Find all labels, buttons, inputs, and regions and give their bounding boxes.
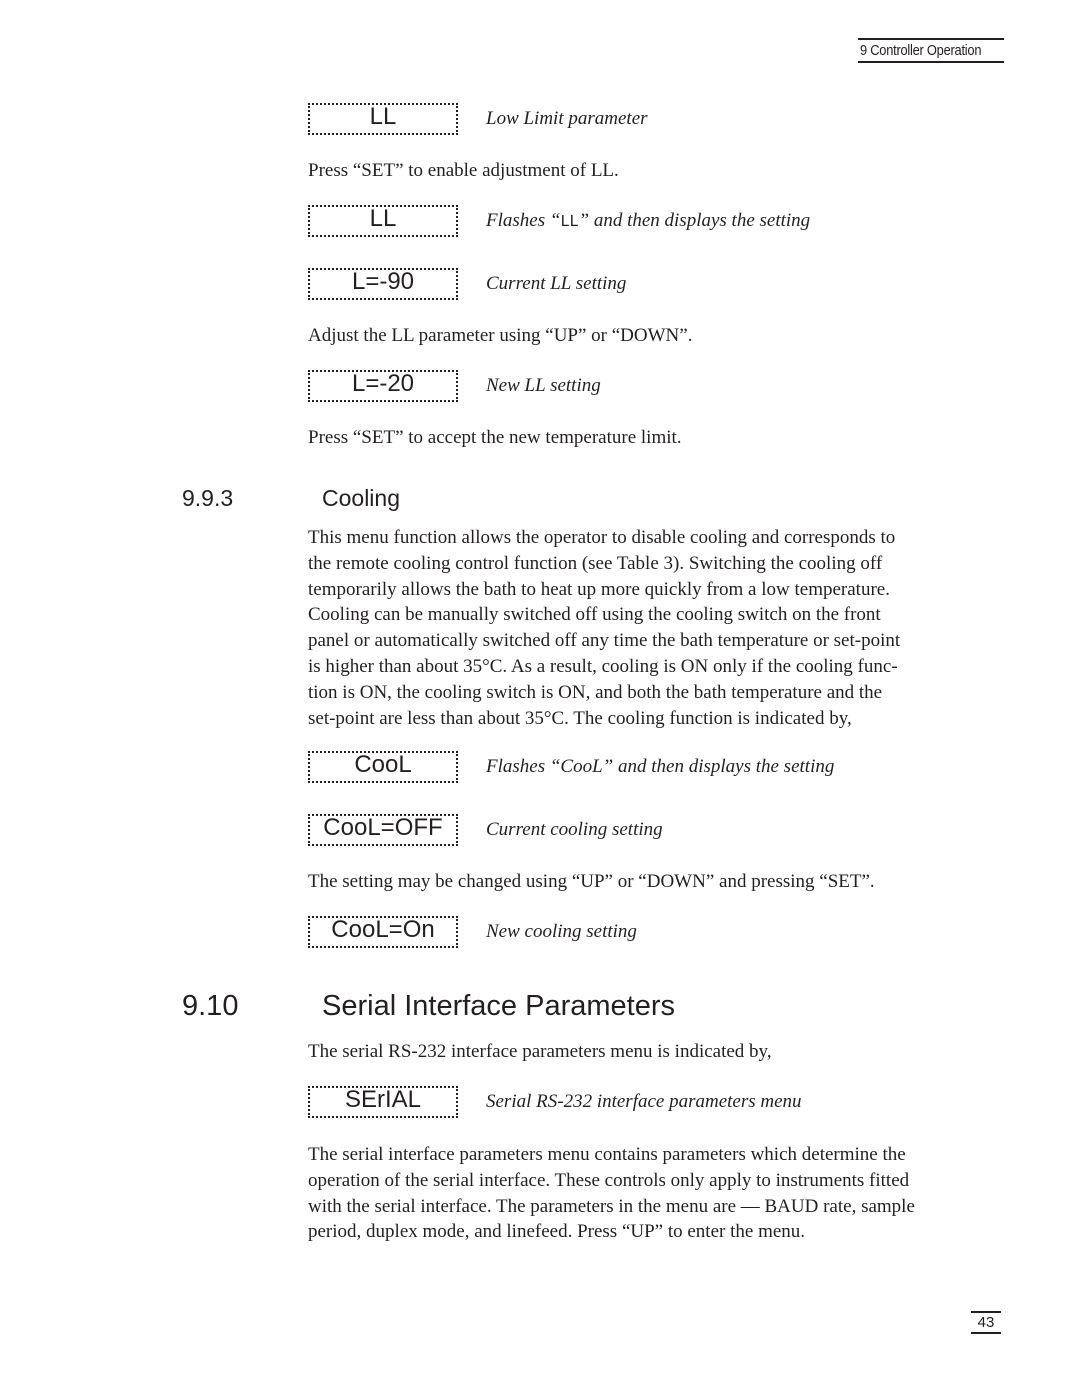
running-header-title: 9 Controller Operation <box>860 42 982 59</box>
lcd-caption: Low Limit parameter <box>486 108 648 129</box>
section-number: 9.10 <box>182 990 239 1022</box>
section-heading-serial: 9.10 Serial Interface Parameters <box>182 990 675 1023</box>
lcd-caption: New LL setting <box>486 375 601 396</box>
lcd-row-cool-current: CooL=OFF Current cooling setting <box>308 814 663 846</box>
lcd-row-cool-new: CooL=On New cooling setting <box>308 916 637 948</box>
paragraph-line: operation of the serial interface. These… <box>308 1169 910 1191</box>
section-title: Cooling <box>322 485 400 511</box>
instruction-text: The setting may be changed using “UP” or… <box>308 871 875 892</box>
caption-suffix: ” and then displays the setting <box>578 210 811 231</box>
instruction-text: Press “SET” to enable adjustment of LL. <box>308 160 619 181</box>
paragraph-line: period, duplex mode, and linefeed. Press… <box>308 1221 806 1243</box>
lcd-row-ll-flash: LL Flashes “LL” and then displays the se… <box>308 205 810 237</box>
serial-paragraph: The serial interface parameters menu con… <box>308 1142 1008 1245</box>
lcd-row-ll-current: L=-90 Current LL setting <box>308 268 626 300</box>
serial-intro-text: The serial RS-232 interface parameters m… <box>308 1041 772 1062</box>
lcd-caption: New cooling setting <box>486 921 637 942</box>
page-number: 43 <box>971 1311 1001 1334</box>
lcd-display: L=-20 <box>308 370 458 402</box>
caption-prefix: Flashes “ <box>486 210 561 231</box>
paragraph-line: This menu function allows the operator t… <box>308 527 896 548</box>
paragraph-line: tion is ON, the cooling switch is ON, an… <box>308 681 883 703</box>
paragraph-line: panel or automatically switched off any … <box>308 630 901 652</box>
paragraph-line: The serial interface parameters menu con… <box>308 1144 906 1165</box>
lcd-display: CooL=On <box>308 916 458 948</box>
lcd-caption: Flashes “CooL” and then displays the set… <box>486 756 835 777</box>
lcd-display: CooL=OFF <box>308 814 458 846</box>
section-number: 9.9.3 <box>182 485 234 511</box>
lcd-caption: Current cooling setting <box>486 819 663 840</box>
lcd-display: L=-90 <box>308 268 458 300</box>
paragraph-line: the remote cooling control function (see… <box>308 552 883 574</box>
lcd-row-serial: SErIAL Serial RS-232 interface parameter… <box>308 1086 802 1118</box>
paragraph-line: Cooling can be manually switched off usi… <box>308 604 881 626</box>
section-title: Serial Interface Parameters <box>322 990 675 1022</box>
lcd-row-cool-flash: CooL Flashes “CooL” and then displays th… <box>308 751 834 783</box>
instruction-text: Adjust the LL parameter using “UP” or “D… <box>308 325 693 346</box>
section-heading-cooling: 9.9.3 Cooling <box>182 485 400 512</box>
instruction-text: Press “SET” to accept the new temperatur… <box>308 427 682 448</box>
lcd-display: LL <box>308 205 458 237</box>
paragraph-line: with the serial interface. The parameter… <box>308 1195 915 1217</box>
caption-code: LL <box>560 212 579 230</box>
paragraph-line: set-point are less than about 35°C. The … <box>308 707 852 729</box>
running-header: 9 Controller Operation <box>858 38 1004 63</box>
lcd-display: LL <box>308 103 458 135</box>
lcd-display: CooL <box>308 751 458 783</box>
lcd-caption: Flashes “LL” and then displays the setti… <box>486 210 810 232</box>
paragraph-line: is higher than about 35°C. As a result, … <box>308 655 898 677</box>
lcd-caption: Current LL setting <box>486 273 627 294</box>
lcd-caption: Serial RS-232 interface parameters menu <box>486 1091 802 1112</box>
cooling-paragraph: This menu function allows the operator t… <box>308 525 1008 731</box>
lcd-display: SErIAL <box>308 1086 458 1118</box>
lcd-row-ll-new: L=-20 New LL setting <box>308 370 601 402</box>
lcd-row-ll-parameter: LL Low Limit parameter <box>308 103 648 135</box>
paragraph-line: temporarily allows the bath to heat up m… <box>308 578 890 600</box>
